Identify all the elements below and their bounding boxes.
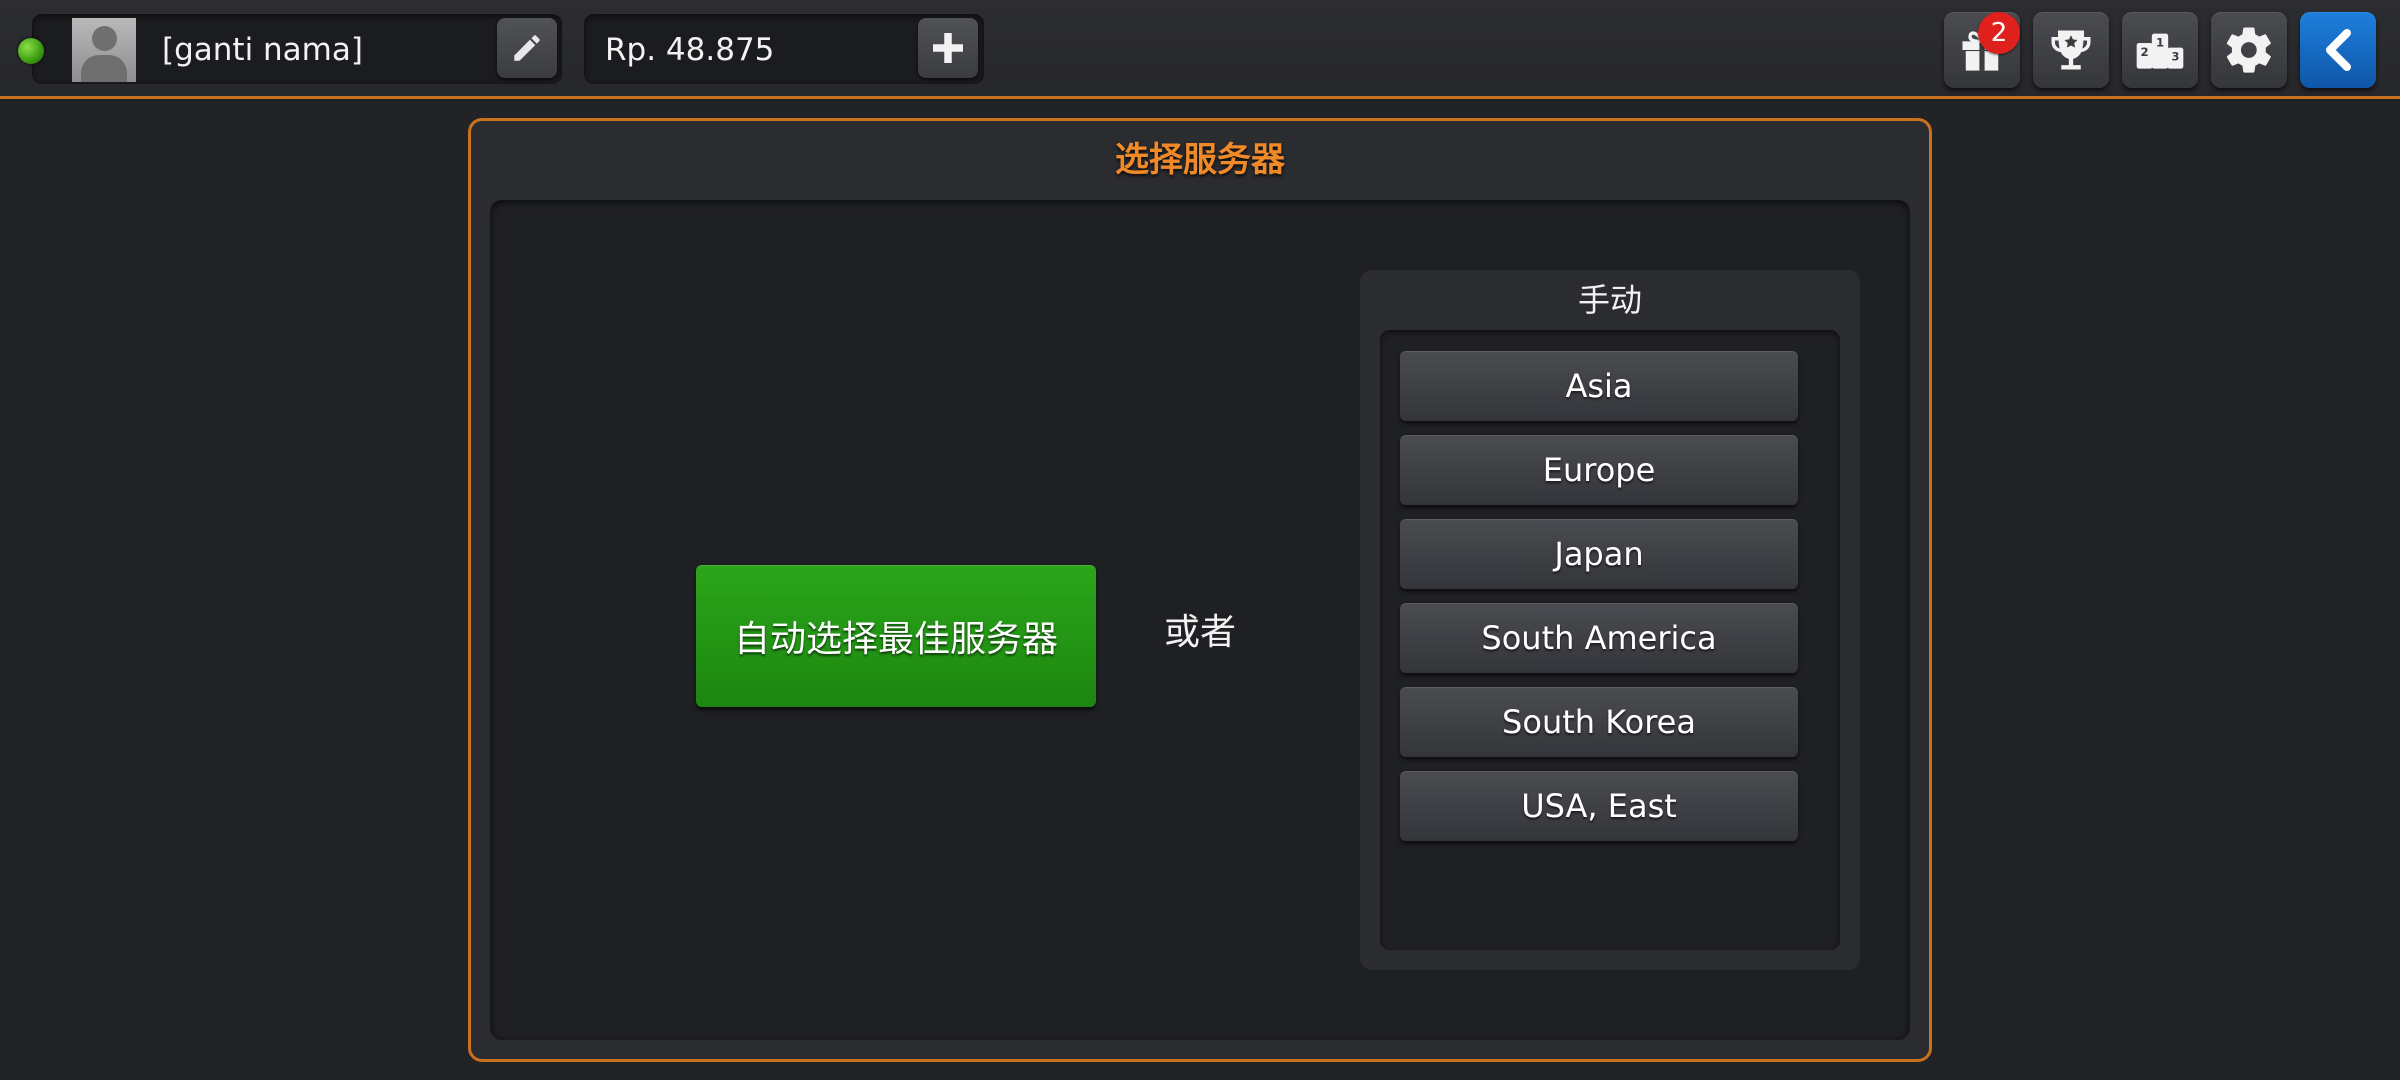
edit-name-button[interactable] xyxy=(497,18,557,78)
auto-select-server-button[interactable]: 自动选择最佳服务器 xyxy=(696,565,1096,707)
dialog-title: 选择服务器 xyxy=(1115,140,1285,180)
trophy-icon xyxy=(2051,30,2091,70)
server-button-south-america[interactable]: South America xyxy=(1400,603,1798,673)
currency-amount: Rp. 48.875 xyxy=(605,32,775,68)
manual-title: 手动 xyxy=(1577,281,1642,319)
svg-text:2: 2 xyxy=(2141,45,2149,59)
svg-text:3: 3 xyxy=(2171,50,2179,64)
settings-button[interactable] xyxy=(2211,12,2287,88)
avatar-shoulders xyxy=(81,55,127,82)
pencil-icon xyxy=(514,35,540,61)
player-name: [ganti nama] xyxy=(162,32,363,68)
server-button-europe[interactable]: Europe xyxy=(1400,435,1798,505)
add-currency-button[interactable] xyxy=(918,18,978,78)
gift-count-badge: 2 xyxy=(1978,12,2020,54)
trophy-button[interactable] xyxy=(2033,12,2109,88)
plus-icon xyxy=(933,33,963,63)
server-button-japan[interactable]: Japan xyxy=(1400,519,1798,589)
chevron-left-icon xyxy=(2326,29,2351,71)
server-button-south-korea[interactable]: South Korea xyxy=(1400,687,1798,757)
avatar-placeholder-icon[interactable] xyxy=(72,18,136,82)
online-status-icon xyxy=(18,38,44,64)
leaderboard-button[interactable]: 1 2 3 xyxy=(2122,12,2198,88)
avatar-head xyxy=(92,26,117,51)
server-button-usa-east[interactable]: USA, East xyxy=(1400,771,1798,841)
gear-icon xyxy=(2226,27,2271,73)
or-label: 或者 xyxy=(1163,612,1236,653)
svg-text:1: 1 xyxy=(2156,36,2164,50)
podium-icon: 1 2 3 xyxy=(2136,33,2184,69)
back-button[interactable] xyxy=(2300,12,2376,88)
server-button-asia[interactable]: Asia xyxy=(1400,351,1798,421)
